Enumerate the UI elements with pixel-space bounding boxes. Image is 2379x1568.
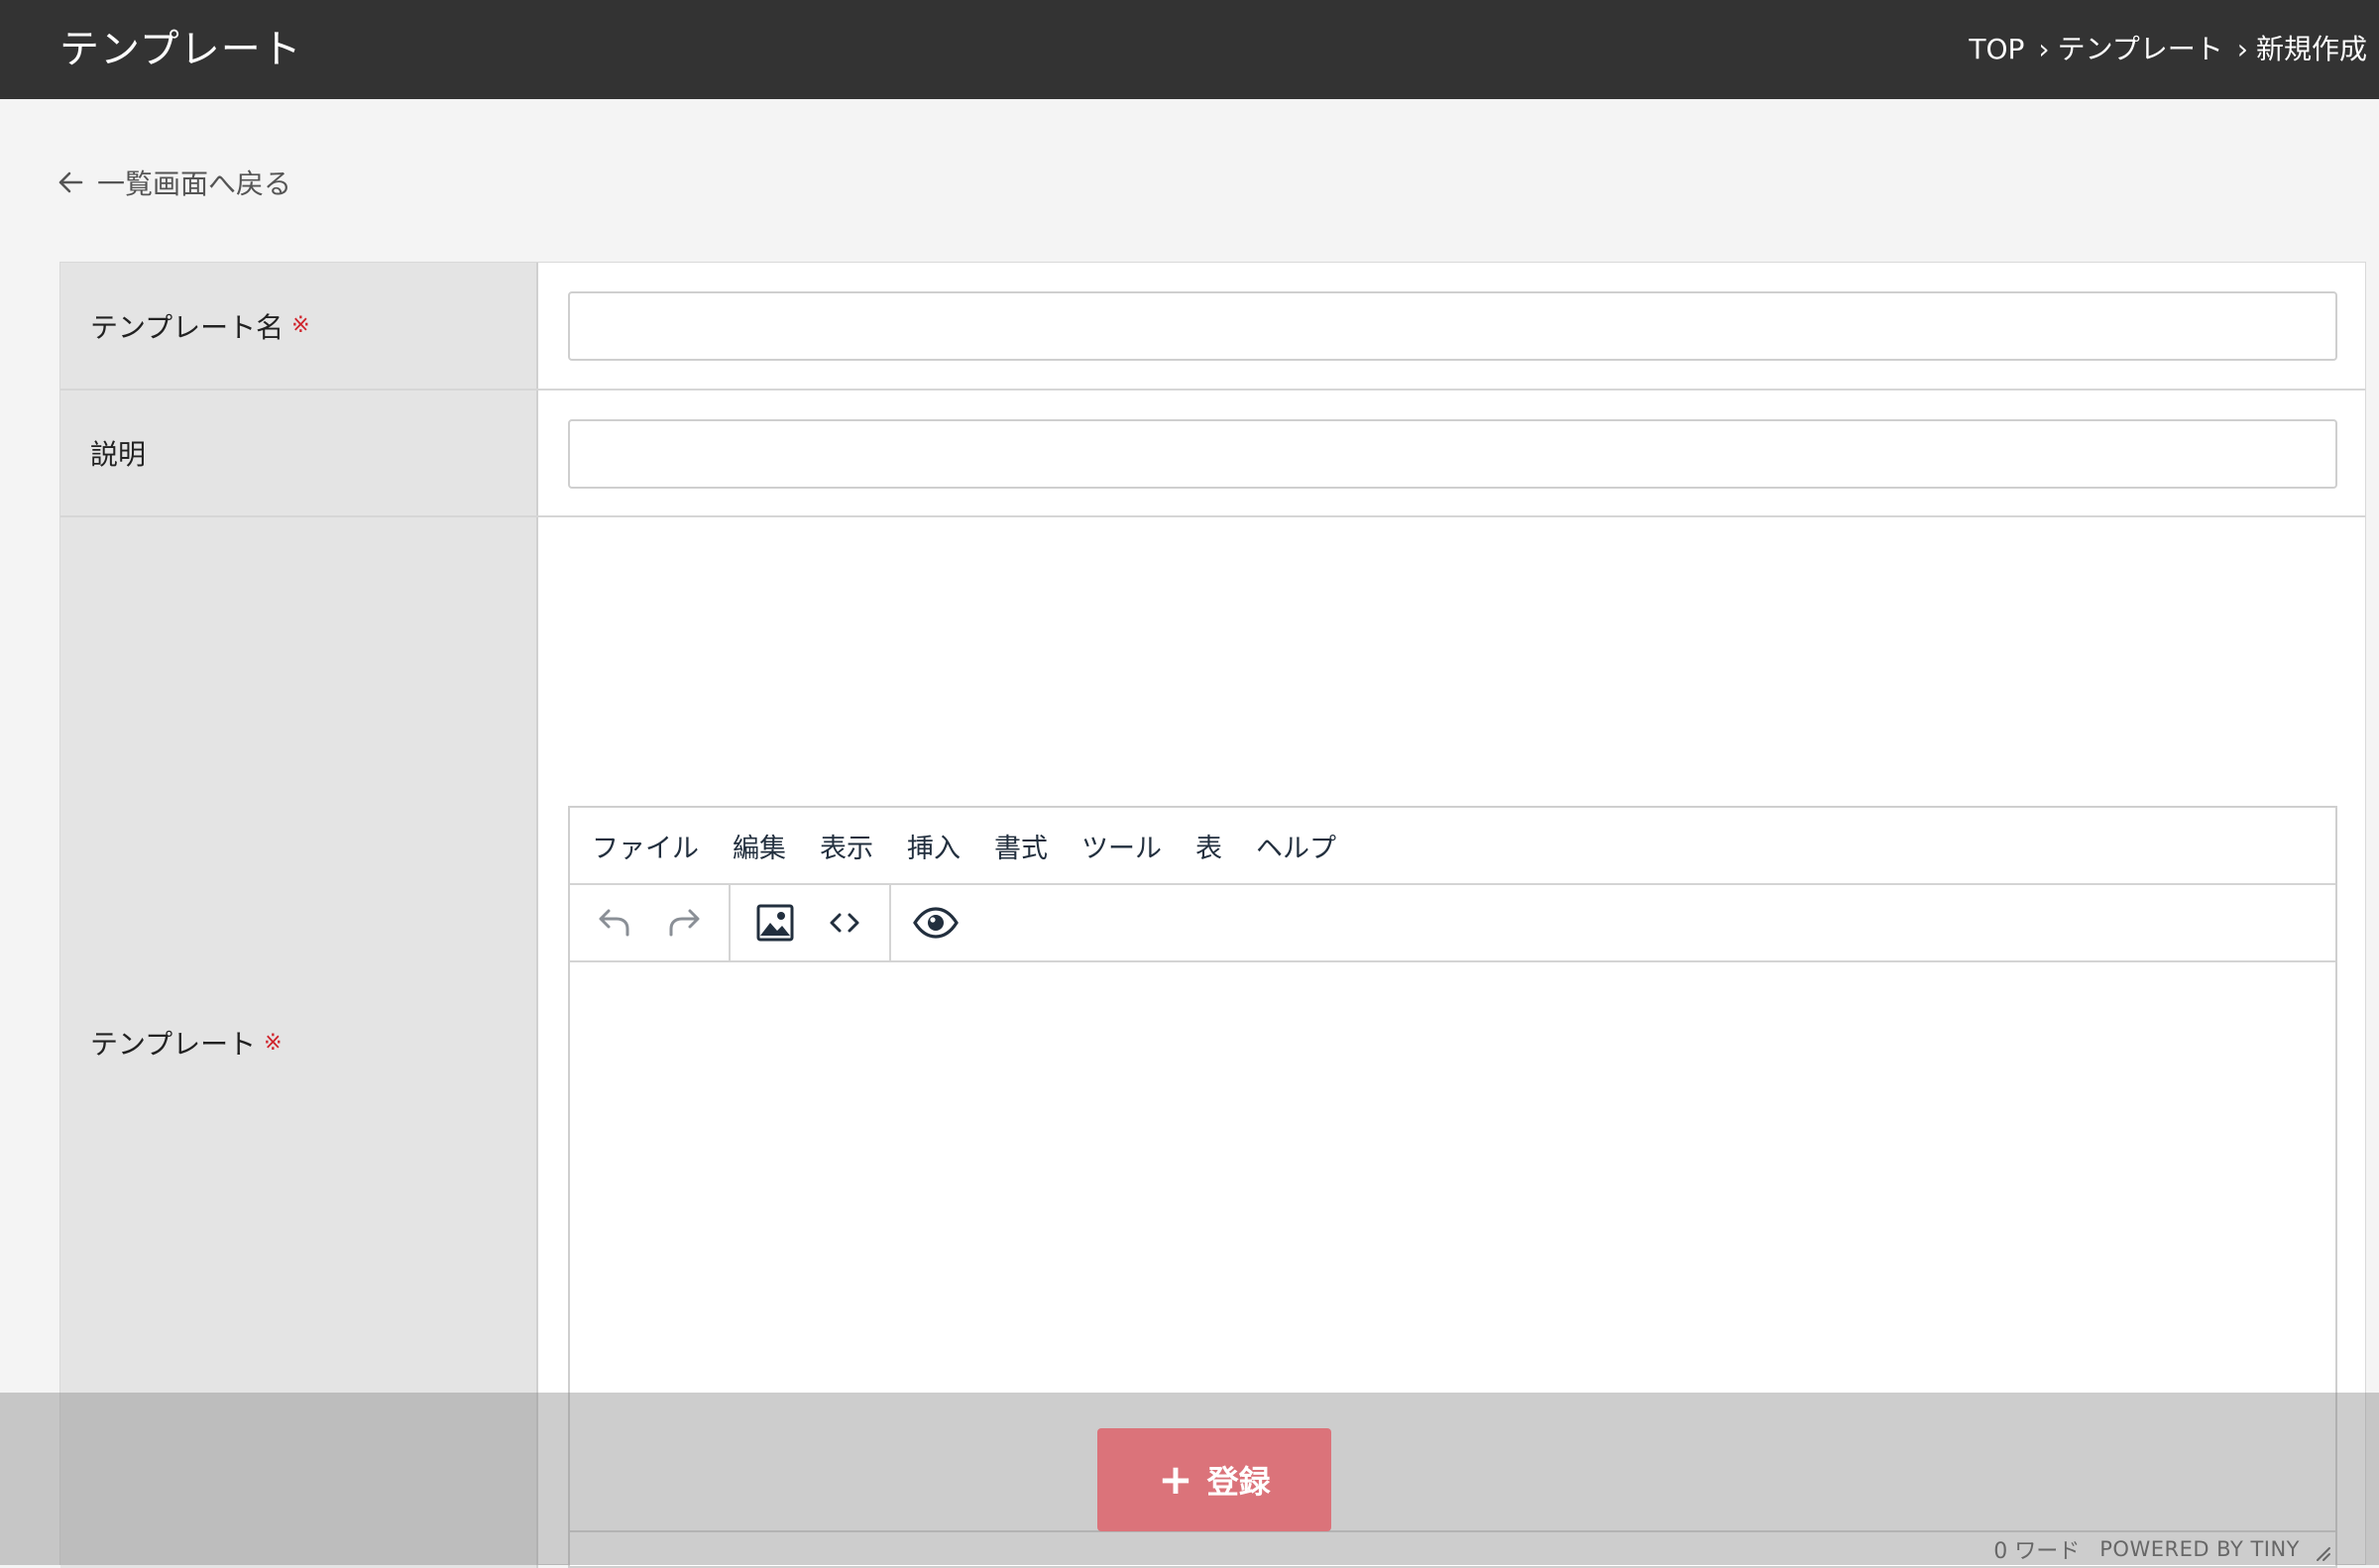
back-link-label: 一覧画面へ戻る (97, 168, 292, 200)
top-bar: テンプレート TOP › テンプレート › 新規作成 (0, 0, 2379, 99)
menu-help[interactable]: ヘルプ (1256, 827, 1336, 865)
arrow-left-icon (58, 171, 83, 193)
breadcrumb-current: 新規作成 (2255, 33, 2367, 65)
description-label-cell: 説明 (60, 391, 538, 515)
page-title: テンプレート (59, 27, 302, 72)
menu-view[interactable]: 表示 (820, 827, 873, 865)
name-input-cell (538, 263, 2365, 389)
template-form: テンプレート名 ※ 説明 テンプレート ※ ファイル 編集 表示 挿入 書式 ツ… (59, 262, 2366, 1568)
menu-format[interactable]: 書式 (994, 827, 1048, 865)
preview-button[interactable] (906, 893, 965, 952)
name-label-cell: テンプレート名 ※ (60, 263, 538, 389)
back-to-list-link[interactable]: 一覧画面へ戻る (57, 163, 291, 202)
form-row-description: 説明 (60, 391, 2365, 517)
required-mark: ※ (291, 313, 310, 338)
required-mark: ※ (264, 1030, 283, 1056)
description-input-cell (538, 391, 2365, 515)
image-icon (756, 904, 794, 942)
insert-image-button[interactable] (745, 893, 805, 952)
editor-toolbar (570, 885, 2335, 962)
description-input[interactable] (568, 419, 2337, 489)
form-row-name: テンプレート名 ※ (60, 263, 2365, 391)
editor-menubar: ファイル 編集 表示 挿入 書式 ツール 表 ヘルプ (570, 808, 2335, 885)
menu-table[interactable]: 表 (1195, 827, 1222, 865)
template-name-input[interactable] (568, 291, 2337, 361)
menu-insert[interactable]: 挿入 (907, 827, 961, 865)
menu-file[interactable]: ファイル (592, 827, 699, 865)
breadcrumb-separator: › (2236, 33, 2248, 65)
code-icon (830, 913, 859, 933)
toolbar-group-view (891, 885, 980, 960)
breadcrumb-separator: › (2038, 33, 2050, 65)
breadcrumb-templates[interactable]: テンプレート (2058, 30, 2223, 69)
preview-icon (913, 907, 959, 939)
description-label: 説明 (90, 438, 147, 471)
redo-icon (669, 909, 700, 937)
register-button-label: 登録 (1206, 1463, 1271, 1501)
register-button[interactable]: + 登録 (1097, 1428, 1331, 1531)
name-label: テンプレート名 (90, 310, 284, 344)
breadcrumb: TOP › テンプレート › 新規作成 (1969, 30, 2367, 69)
undo-button[interactable] (585, 893, 644, 952)
toolbar-group-history (570, 885, 731, 960)
menu-edit[interactable]: 編集 (733, 827, 786, 865)
menu-tools[interactable]: ツール (1081, 827, 1162, 865)
redo-button[interactable] (654, 893, 714, 952)
breadcrumb-top[interactable]: TOP (1969, 30, 2024, 69)
toolbar-group-insert (731, 885, 891, 960)
source-code-button[interactable] (815, 893, 874, 952)
template-label: テンプレート (90, 1028, 257, 1061)
undo-icon (599, 909, 629, 937)
plus-icon: + (1158, 1455, 1193, 1504)
